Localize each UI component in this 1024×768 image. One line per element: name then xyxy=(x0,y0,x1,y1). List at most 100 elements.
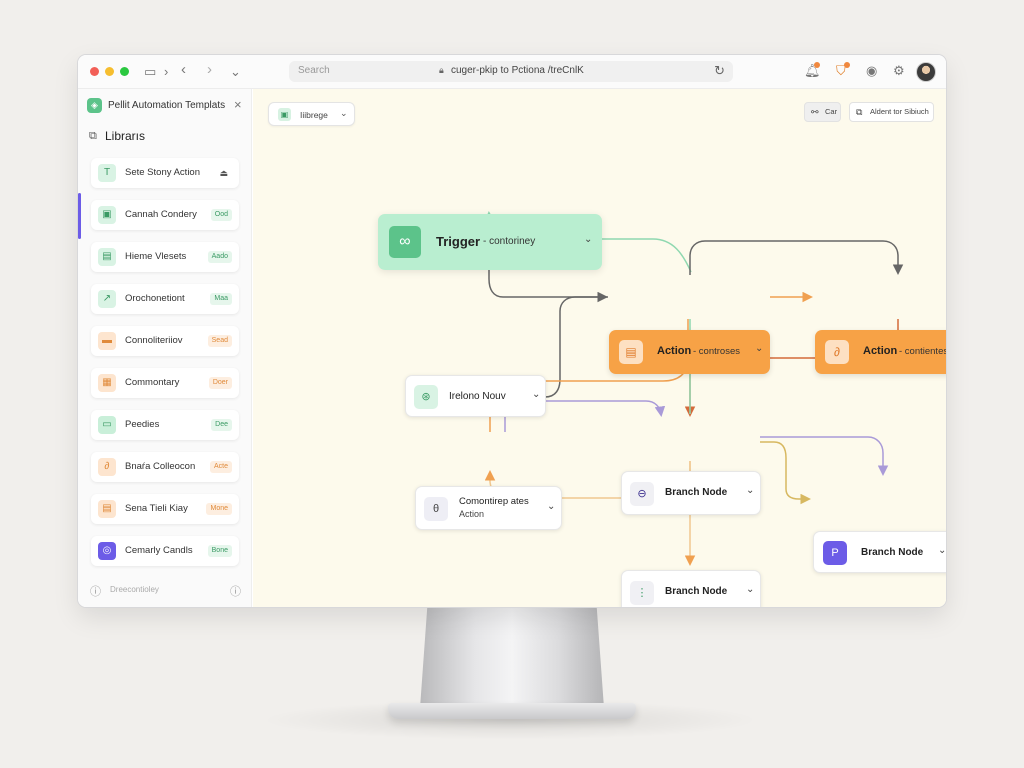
template-icon: ▤ xyxy=(98,248,116,266)
chevron-right-icon[interactable]: › xyxy=(164,63,168,81)
sidebar-item-tag: Aado xyxy=(207,251,232,263)
template-icon: ▣ xyxy=(98,206,116,224)
template-icon: ▬ xyxy=(98,332,116,350)
branch-node-2[interactable]: P Branch Node ⌄ xyxy=(813,531,946,573)
library-icon: ⧉ xyxy=(89,130,97,142)
sidebar-item-label: Bnaŕa Colleocon xyxy=(125,461,196,472)
monitor-stand-base xyxy=(388,703,636,719)
sidebar-item-label: Connoliteriiov xyxy=(125,335,183,346)
composite-node-sub: Action xyxy=(459,509,485,519)
monitor-stand-neck xyxy=(420,606,604,708)
sidebar-item-tag: Doer xyxy=(208,377,232,389)
branch-node-3-title: Branch Node xyxy=(665,586,728,597)
address-bar[interactable]: Search 🔒︎ cuger-pkip to Pctiona /treCnlK… xyxy=(289,61,733,82)
lock-icon: 🔒︎ xyxy=(439,65,444,75)
document-icon: ▤ xyxy=(619,340,643,364)
branch-node-1[interactable]: ⊖ Branch Node ⌄ xyxy=(621,471,761,515)
sidebar-item-label: Sete Stony Action xyxy=(125,167,200,178)
help-circle-icon[interactable]: ⓘ xyxy=(90,583,101,599)
sidebar-item[interactable]: ▣ Cannah Condery Ood xyxy=(91,200,239,230)
action-node-2[interactable]: ∂ Action - contientes ⌄ xyxy=(815,330,946,374)
sidebar-item-label: Orochonetiont xyxy=(125,293,185,304)
sidebar-item[interactable]: ◎ Cemarly Candls Bone xyxy=(91,536,239,566)
sidebar-item-tag: Mone xyxy=(206,503,232,515)
sidebar-item[interactable]: ↗ Orochonetiont Maa xyxy=(91,284,239,314)
search-placeholder: Search xyxy=(298,65,330,76)
sidebar-item[interactable]: ▦ Commontary Doer xyxy=(91,368,239,398)
sidebar-item[interactable]: ∂ Bnaŕa Colleocon Acte xyxy=(91,452,239,482)
template-icon: ◎ xyxy=(98,542,116,560)
template-icon: ▦ xyxy=(98,374,116,392)
active-indicator xyxy=(78,193,81,239)
action-node-1-title: Action xyxy=(657,345,692,357)
sidebar-item[interactable]: ▤ Sena Tieli Kiay Mone xyxy=(91,494,239,524)
sidebar-item-label: Sena Tieli Kiay xyxy=(125,503,188,514)
close-window-dot[interactable] xyxy=(90,67,99,76)
chevron-down-icon[interactable]: ⌄ xyxy=(230,63,241,81)
url-text: cuger-pkip to Pctiona /treCnlK xyxy=(451,65,584,76)
sidebar-item[interactable]: ▭ Peedies Dee xyxy=(91,410,239,440)
library-section-label: Librarıs xyxy=(105,129,146,143)
branch-circle-icon: ⊖ xyxy=(630,482,654,506)
reload-icon[interactable]: ↻ xyxy=(714,63,725,79)
edge-action1-to-action2-top xyxy=(689,240,904,275)
chevron-down-icon[interactable]: ⌄ xyxy=(746,485,754,496)
chevron-down-icon[interactable]: ⌄ xyxy=(755,343,763,354)
sidebar-item-label: Cannah Condery xyxy=(125,209,197,220)
p-logo-icon: P xyxy=(823,541,847,565)
template-icon: ↗ xyxy=(98,290,116,308)
sidebar-item-tag: Acte xyxy=(209,461,232,473)
sidebar-item-label: Cemarly Candls xyxy=(125,545,193,556)
branch-node-3[interactable]: ⋮ Branch Node ⌄ xyxy=(621,570,761,607)
shield-badge xyxy=(844,62,850,68)
trigger-node[interactable]: ∞ Trigger - contoriney ⌄ xyxy=(378,214,602,270)
edge-ireland-to-action xyxy=(544,291,608,398)
chevron-down-icon[interactable]: ⌄ xyxy=(584,234,592,245)
avatar[interactable] xyxy=(916,62,936,82)
chevron-down-icon[interactable]: ⌄ xyxy=(547,501,555,512)
composite-node-title: Comontirep ates xyxy=(459,496,529,507)
branch-split-icon: ⋮ xyxy=(630,581,654,605)
fingerprint-icon: ⊛ xyxy=(414,385,438,409)
chevron-down-icon[interactable]: ⌄ xyxy=(938,545,946,556)
sidebar-item-label: Commontary xyxy=(125,377,180,388)
irelono-node[interactable]: ⊛ Irelono Nouv ⌄ xyxy=(405,375,546,417)
help-icon[interactable]: ◉ xyxy=(866,62,877,80)
sidebar-item[interactable]: ▤ Hieme Vlesets Aado xyxy=(91,242,239,272)
sidebar-footer-text: Dreecontioley xyxy=(110,585,159,594)
forward-arrow-icon[interactable]: › xyxy=(207,61,212,79)
back-arrow-icon[interactable]: ‹ xyxy=(181,61,186,79)
app-logo-icon: ◈ xyxy=(87,98,102,113)
template-icon: ▤ xyxy=(98,500,116,518)
workflow-canvas[interactable]: ▣ Iiibrege ⌄ ⚯ Car ⧉ Aldent tor Sibiuch xyxy=(253,89,946,607)
sidebar-item-tag: Ood xyxy=(210,209,232,221)
sidebar-item-tag: Dee xyxy=(211,419,232,431)
minimize-window-dot[interactable] xyxy=(105,67,114,76)
browser-toolbar: ▭ › ‹ › ⌄ Search 🔒︎ cuger-pkip to Pction… xyxy=(78,55,946,89)
templates-sidebar: ◈ Pellit Automation Templats × ⧉ Librarı… xyxy=(78,89,252,607)
chevron-down-icon[interactable]: ⌄ xyxy=(746,584,754,595)
action-node-2-title: Action xyxy=(863,345,898,357)
question-circle-icon[interactable]: ⓘ xyxy=(230,583,241,599)
trigger-node-sub: - contoriney xyxy=(483,236,536,247)
branch-node-1-title: Branch Node xyxy=(665,487,728,498)
composite-action-node[interactable]: θ Comontirep ates Action ⌄ xyxy=(415,486,562,530)
sidebar-item-label: Peedies xyxy=(125,419,160,430)
action-node-1[interactable]: ▤ Action - controses ⌄ xyxy=(609,330,770,374)
action-node-2-sub: - contientes xyxy=(899,346,946,357)
template-icon: ∂ xyxy=(98,458,116,476)
theta-icon: θ xyxy=(424,497,448,521)
link-icon: ∂ xyxy=(825,340,849,364)
maximize-window-dot[interactable] xyxy=(120,67,129,76)
template-icon: T xyxy=(98,164,116,182)
gear-icon[interactable]: ⚙ xyxy=(893,62,905,80)
close-icon[interactable]: × xyxy=(234,97,242,112)
sidebar-item-tag: Maa xyxy=(210,293,232,305)
sidebar-item-tag: Bone xyxy=(207,545,232,557)
sidebar-item[interactable]: ▬ Connoliteriiov Sead xyxy=(91,326,239,356)
branch-node-2-title: Branch Node xyxy=(861,547,924,558)
sidebar-toggle-icon[interactable]: ▭ xyxy=(144,63,156,81)
sidebar-item-tag: Sead xyxy=(207,335,232,347)
sidebar-item[interactable]: T Sete Stony Action ⏏ xyxy=(91,158,239,188)
chevron-down-icon[interactable]: ⌄ xyxy=(532,389,540,400)
